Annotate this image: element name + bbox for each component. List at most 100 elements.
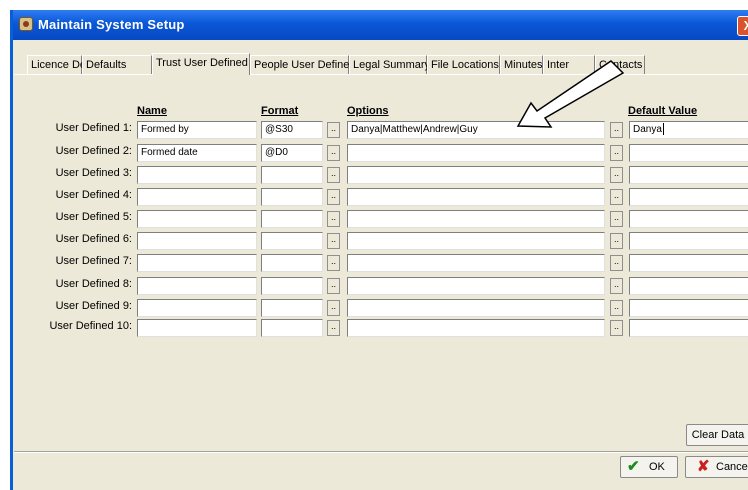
- options-field[interactable]: [347, 188, 605, 206]
- format-ellipsis-button[interactable]: ..: [327, 211, 340, 227]
- name-field[interactable]: [137, 254, 257, 272]
- options-field[interactable]: [347, 254, 605, 272]
- column-header-format: Format: [261, 105, 299, 117]
- clear-data-button[interactable]: Clear Data: [686, 424, 748, 446]
- name-field[interactable]: [137, 188, 257, 206]
- options-field[interactable]: [347, 144, 605, 162]
- column-header-name: Name: [137, 105, 167, 117]
- options-field[interactable]: [347, 319, 605, 337]
- options-ellipsis-button[interactable]: ..: [610, 233, 623, 249]
- app-icon: [19, 17, 33, 31]
- format-field[interactable]: [261, 232, 323, 250]
- format-field[interactable]: [261, 319, 323, 337]
- ok-button[interactable]: ✔ OK: [620, 456, 678, 478]
- column-header-default-value: Default Value: [628, 105, 698, 117]
- tab-minutes[interactable]: Minutes: [500, 55, 543, 74]
- options-ellipsis-button[interactable]: ..: [610, 167, 623, 183]
- row-label: User Defined 1:: [55, 122, 132, 134]
- options-ellipsis-button[interactable]: ..: [610, 189, 623, 205]
- dialog-window: Maintain System Setup X: [10, 10, 748, 490]
- options-field[interactable]: [347, 277, 605, 295]
- row-label: User Defined 8:: [55, 278, 132, 290]
- check-icon: ✔: [627, 458, 640, 475]
- name-field[interactable]: Formed by: [137, 121, 257, 139]
- row-label: User Defined 7:: [55, 255, 132, 267]
- tab-licence-details[interactable]: Licence Details: [27, 55, 106, 74]
- format-ellipsis-button[interactable]: ..: [327, 255, 340, 271]
- text-caret: [662, 123, 664, 136]
- tab-trust-user-defined[interactable]: Trust User Defined: [152, 53, 250, 75]
- options-ellipsis-button[interactable]: ..: [610, 255, 623, 271]
- format-ellipsis-button[interactable]: ..: [327, 122, 340, 138]
- format-ellipsis-button[interactable]: ..: [327, 320, 340, 336]
- options-ellipsis-button[interactable]: ..: [610, 122, 623, 138]
- format-ellipsis-button[interactable]: ..: [327, 167, 340, 183]
- tab-people-user-defined[interactable]: People User Defined: [250, 55, 356, 74]
- format-ellipsis-button[interactable]: ..: [327, 233, 340, 249]
- cancel-button[interactable]: ✘ Cancel: [685, 456, 748, 478]
- row-label: User Defined 6:: [55, 233, 132, 245]
- default-value-field[interactable]: [629, 319, 748, 337]
- cancel-x-icon: ✘: [697, 458, 710, 475]
- window-title: Maintain System Setup: [38, 17, 185, 32]
- tab-defaults[interactable]: Defaults: [82, 55, 152, 74]
- options-field[interactable]: Danya|Matthew|Andrew|Guy: [347, 121, 605, 139]
- default-value-field[interactable]: [629, 166, 748, 184]
- format-field[interactable]: [261, 188, 323, 206]
- tab-inter[interactable]: Inter: [543, 55, 595, 74]
- options-ellipsis-button[interactable]: ..: [610, 145, 623, 161]
- name-field[interactable]: [137, 210, 257, 228]
- tab-panel-border: [14, 74, 748, 75]
- format-ellipsis-button[interactable]: ..: [327, 278, 340, 294]
- default-value-field[interactable]: [629, 210, 748, 228]
- options-ellipsis-button[interactable]: ..: [610, 211, 623, 227]
- format-field[interactable]: [261, 210, 323, 228]
- default-value-field[interactable]: [629, 232, 748, 250]
- options-field[interactable]: [347, 232, 605, 250]
- options-ellipsis-button[interactable]: ..: [610, 278, 623, 294]
- top-strip: [0, 0, 748, 10]
- format-field[interactable]: [261, 277, 323, 295]
- options-field[interactable]: [347, 210, 605, 228]
- row-label: User Defined 2:: [55, 145, 132, 157]
- options-field[interactable]: [347, 166, 605, 184]
- name-field[interactable]: [137, 166, 257, 184]
- options-ellipsis-button[interactable]: ..: [610, 300, 623, 316]
- options-ellipsis-button[interactable]: ..: [610, 320, 623, 336]
- ok-label: OK: [649, 461, 665, 473]
- default-value-field[interactable]: [629, 277, 748, 295]
- name-field[interactable]: Formed date: [137, 144, 257, 162]
- tab-file-locations[interactable]: File Locations: [427, 55, 500, 74]
- default-value-field[interactable]: Danya: [629, 121, 748, 139]
- name-field[interactable]: [137, 299, 257, 317]
- tab-legal-summary[interactable]: Legal Summary: [349, 55, 430, 74]
- row-label: User Defined 5:: [55, 211, 132, 223]
- format-field[interactable]: [261, 299, 323, 317]
- options-field[interactable]: [347, 299, 605, 317]
- default-value-field[interactable]: [629, 188, 748, 206]
- column-header-options: Options: [347, 105, 389, 117]
- row-label: User Defined 9:: [55, 300, 132, 312]
- row-label: User Defined 4:: [55, 189, 132, 201]
- row-label: User Defined 3:: [55, 167, 132, 179]
- default-value-field[interactable]: [629, 299, 748, 317]
- tab-contacts[interactable]: Contacts: [595, 55, 645, 74]
- format-field[interactable]: [261, 166, 323, 184]
- title-bar[interactable]: Maintain System Setup X: [13, 10, 748, 40]
- separator-highlight: [14, 452, 748, 453]
- cancel-label: Cancel: [716, 461, 748, 473]
- format-ellipsis-button[interactable]: ..: [327, 300, 340, 316]
- format-field[interactable]: @S30: [261, 121, 323, 139]
- format-field[interactable]: [261, 254, 323, 272]
- name-field[interactable]: [137, 319, 257, 337]
- format-ellipsis-button[interactable]: ..: [327, 145, 340, 161]
- default-value-field[interactable]: [629, 144, 748, 162]
- name-field[interactable]: [137, 232, 257, 250]
- format-field[interactable]: @D0: [261, 144, 323, 162]
- close-button[interactable]: X: [737, 16, 748, 36]
- row-label: User Defined 10:: [49, 320, 132, 332]
- name-field[interactable]: [137, 277, 257, 295]
- default-value-field[interactable]: [629, 254, 748, 272]
- clear-data-label: Clear Data: [691, 429, 745, 441]
- format-ellipsis-button[interactable]: ..: [327, 189, 340, 205]
